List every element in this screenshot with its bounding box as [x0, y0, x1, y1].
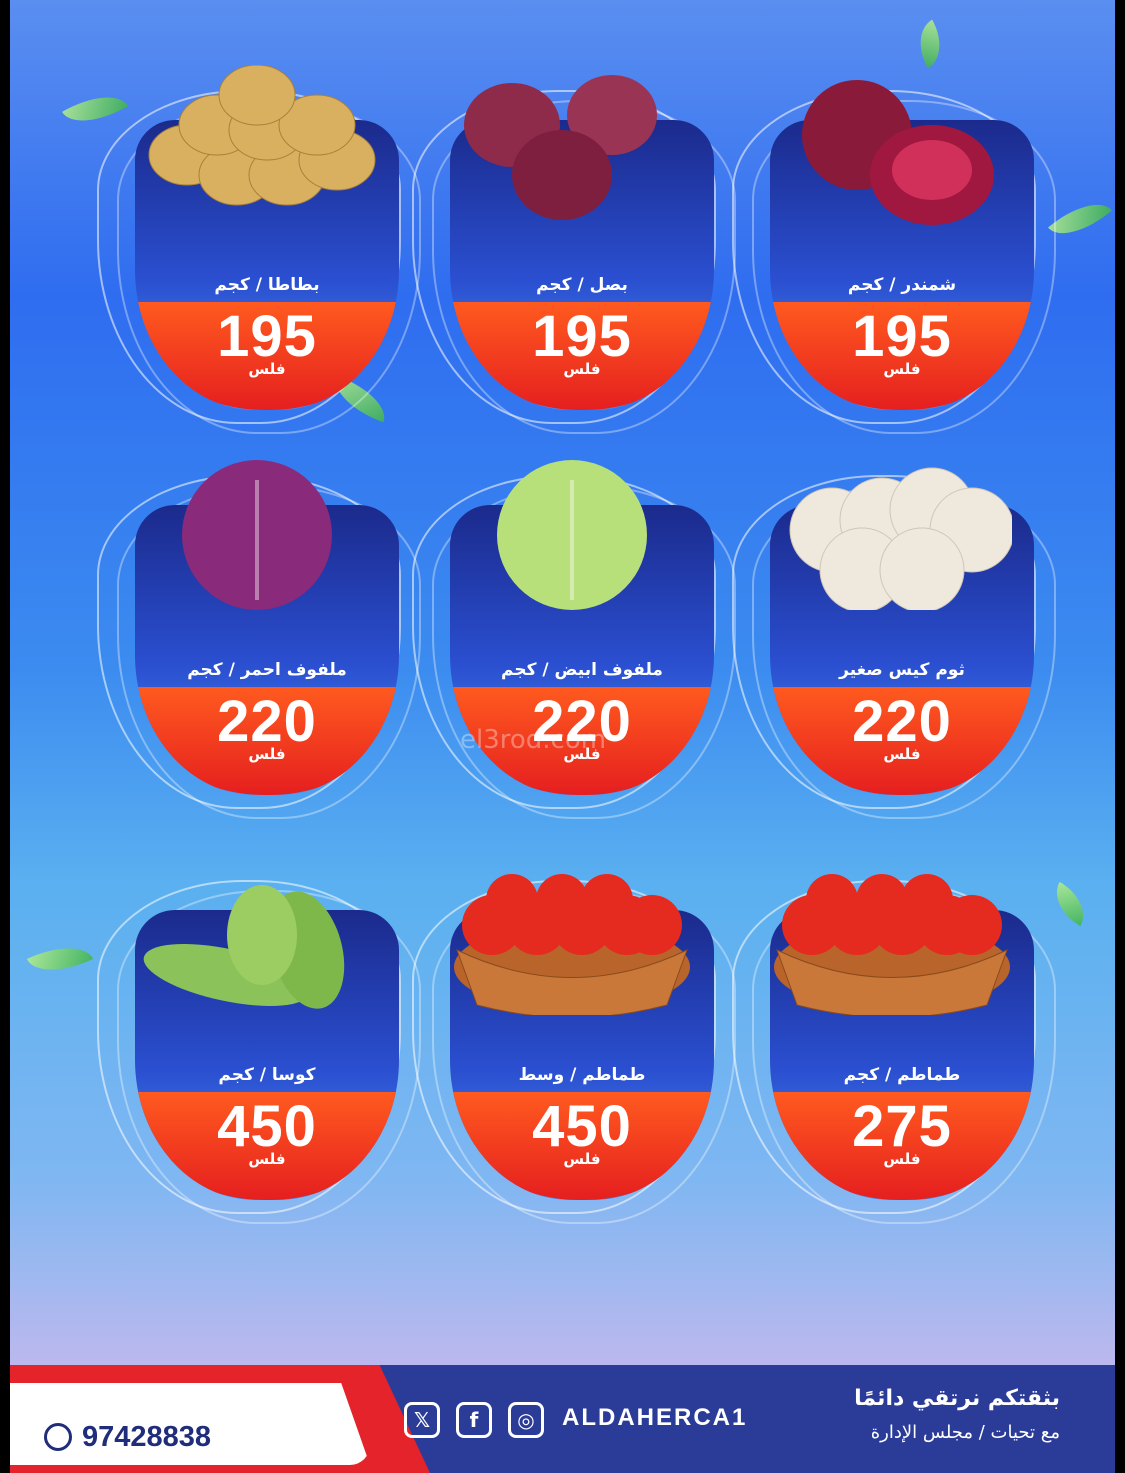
zucchini-icon [143, 885, 345, 1009]
price-unit: فلس [883, 1150, 921, 1168]
price-unit: فلس [248, 745, 286, 763]
slogan: بثقتكم نرتقي دائمًا [854, 1386, 1060, 1411]
product-name: طماطم / كجم [843, 1065, 961, 1085]
signature-line: مع تحيات / مجلس الإدارة [870, 1422, 1060, 1443]
footer-phone-panel: 97428838 [10, 1383, 370, 1465]
social-handle[interactable]: ALDAHERCA1 [562, 1404, 747, 1432]
leaf-decoration [1048, 188, 1112, 250]
product-price: 450 [217, 1094, 317, 1159]
garlic-icon [789, 467, 1012, 610]
leaf-decoration [26, 933, 94, 985]
instagram-icon[interactable]: ◎ [508, 1402, 544, 1438]
tomato-basket-icon [454, 874, 690, 1015]
whatsapp-icon [44, 1423, 72, 1451]
red-cabbage-icon [182, 460, 332, 610]
facebook-icon[interactable]: f [456, 1402, 492, 1438]
product-price: 195 [532, 304, 632, 369]
product-card[interactable]: بصل / كجم 195 فلس [412, 75, 736, 434]
product-card[interactable]: شمندر / كجم 195 فلس [732, 80, 1056, 434]
watermark: el3rod.com [460, 725, 607, 755]
product-card[interactable]: ملفوف ابيض / كجم 220 فلس [412, 460, 736, 819]
product-card[interactable]: ملفوف احمر / كجم 220 فلس [97, 460, 421, 819]
price-unit: فلس [883, 360, 921, 378]
product-card[interactable]: طماطم / وسط 450 فلس [412, 874, 736, 1224]
product-name: ملفوف احمر / كجم [187, 660, 347, 680]
product-name: بصل / كجم [536, 275, 628, 295]
product-card[interactable]: كوسا / كجم 450 فلس [97, 880, 421, 1224]
product-name: ملفوف ابيض / كجم [501, 660, 663, 680]
product-name: شمندر / كجم [847, 275, 957, 295]
product-price: 220 [217, 689, 317, 754]
leaf-decoration [1045, 881, 1095, 927]
price-unit: فلس [248, 360, 286, 378]
product-name: كوسا / كجم [218, 1065, 316, 1085]
product-price: 450 [532, 1094, 632, 1159]
product-price: 195 [217, 304, 317, 369]
product-card[interactable]: طماطم / كجم 275 فلس [732, 874, 1056, 1224]
price-unit: فلس [563, 1150, 601, 1168]
product-name: ثوم كيس صغير [839, 660, 965, 680]
product-price: 220 [852, 689, 952, 754]
product-name: طماطم / وسط [518, 1065, 646, 1085]
beetroot-icon [802, 80, 994, 225]
product-name: بطاطا / كجم [214, 275, 320, 295]
phone-number[interactable]: 97428838 [44, 1421, 212, 1454]
leaf-decoration [907, 19, 953, 69]
product-card[interactable]: بطاطا / كجم 195 فلس [97, 65, 421, 434]
price-unit: فلس [883, 745, 921, 763]
product-price: 275 [852, 1094, 952, 1159]
onion-icon [464, 75, 657, 220]
product-price: 195 [852, 304, 952, 369]
white-cabbage-icon [497, 460, 647, 610]
tomato-basket-icon [774, 874, 1010, 1015]
phone-label: 97428838 [82, 1421, 212, 1453]
x-twitter-icon[interactable]: 𝕏 [404, 1402, 440, 1438]
potato-icon [148, 65, 376, 206]
price-unit: فلس [563, 360, 601, 378]
product-card[interactable]: ثوم كيس صغير 220 فلس [732, 467, 1056, 819]
price-unit: فلس [248, 1150, 286, 1168]
